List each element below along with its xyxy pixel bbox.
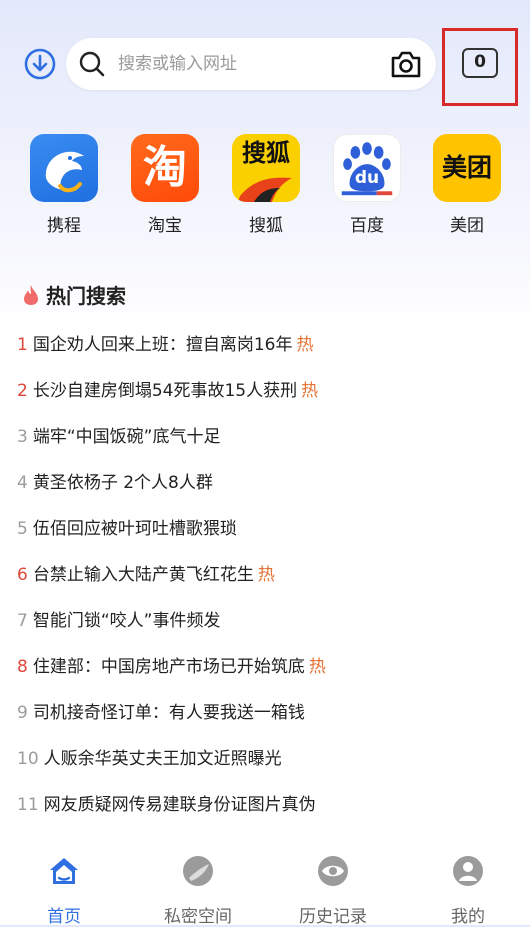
taobao-icon: 淘 (131, 134, 199, 202)
baidu-paw-icon: du (333, 134, 401, 202)
hot-item[interactable]: 10 人贩余华英丈夫王加文近照曝光 (17, 739, 282, 779)
app-sohu[interactable]: 搜狐 搜狐 (221, 134, 311, 236)
rank-number: 2 (17, 381, 28, 401)
rank-number: 11 (17, 795, 39, 815)
hot-item[interactable]: 6 台禁止输入大陆产黄飞红花生热 (17, 555, 275, 595)
app-label: 美团 (450, 216, 484, 236)
app-label: 搜狐 (249, 216, 283, 236)
hot-item[interactable]: 9 司机接奇怪订单：有人要我送一箱钱 (17, 693, 305, 733)
nav-history[interactable]: 历史记录 (278, 854, 388, 927)
hot-item-text: 人贩余华英丈夫王加文近照曝光 (43, 749, 282, 769)
home-icon (50, 858, 78, 884)
hot-item-text: 网友质疑网传易建联身份证图片真伪 (43, 795, 316, 815)
hot-item-text: 端牢“中国饭碗”底气十足 (32, 427, 221, 447)
nav-label: 首页 (47, 907, 81, 927)
rank-number: 5 (17, 519, 28, 539)
camera-icon[interactable] (390, 49, 422, 79)
rank-number: 9 (17, 703, 28, 723)
top-bar: 搜索或输入网址 0 (0, 0, 530, 125)
app-label: 淘宝 (148, 216, 182, 236)
app-baidu[interactable]: du 百度 (322, 134, 412, 236)
rank-number: 8 (17, 657, 28, 677)
hot-item[interactable]: 3 端牢“中国饭碗”底气十足 (17, 417, 220, 457)
rank-number: 1 (17, 335, 28, 355)
hot-item-text: 司机接奇怪订单：有人要我送一箱钱 (32, 703, 305, 723)
private-space-icon (183, 856, 213, 886)
hot-tag: 热 (296, 335, 314, 355)
quick-apps: 携程 淘 淘宝 搜狐 搜狐 du 百度 美团 美团 (0, 134, 530, 244)
app-meituan[interactable]: 美团 美团 (422, 134, 512, 236)
hot-item-text: 长沙自建房倒塌54死事故15人获刑 (32, 381, 298, 401)
hot-item[interactable]: 8 住建部：中国房地产市场已开始筑底热 (17, 647, 326, 687)
app-label: 携程 (47, 216, 81, 236)
hot-item-text: 伍佰回应被叶珂吐槽歌猥琐 (32, 519, 237, 539)
app-ctrip[interactable]: 携程 (19, 134, 109, 236)
nav-label: 私密空间 (164, 907, 232, 927)
rank-number: 3 (17, 427, 28, 447)
hot-item-text: 黄圣依杨子 2个人8人群 (32, 473, 213, 493)
hot-item[interactable]: 5 伍佰回应被叶珂吐槽歌猥琐 (17, 509, 237, 549)
hot-item-text: 台禁止输入大陆产黄飞红花生 (32, 565, 254, 585)
taobao-glyph: 淘 (143, 142, 187, 193)
hot-item[interactable]: 4 黄圣依杨子 2个人8人群 (17, 463, 213, 503)
nav-me[interactable]: 我的 (413, 854, 523, 927)
sohu-fox-icon: 搜狐 (232, 134, 300, 202)
hot-item[interactable]: 1 国企劝人回来上班：擅自离岗16年热 (17, 325, 313, 365)
hot-search-title: 热门搜索 (46, 284, 126, 308)
rank-number: 10 (17, 749, 39, 769)
rank-number: 6 (17, 565, 28, 585)
baidu-glyph: du (354, 168, 380, 188)
search-placeholder[interactable]: 搜索或输入网址 (118, 38, 237, 90)
tab-count-button[interactable]: 0 (462, 48, 498, 78)
download-icon[interactable] (23, 47, 57, 81)
meituan-glyph: 美团 (441, 153, 492, 182)
flame-icon (24, 285, 38, 305)
hot-item[interactable]: 2 长沙自建房倒塌54死事故15人获刑热 (17, 371, 318, 411)
hot-tag: 热 (301, 381, 319, 401)
hot-tag: 热 (257, 565, 275, 585)
history-eye-icon (318, 856, 348, 886)
meituan-icon: 美团 (433, 134, 501, 202)
hot-item-text: 国企劝人回来上班：擅自离岗16年 (32, 335, 293, 355)
search-bar[interactable]: 搜索或输入网址 (66, 38, 436, 90)
app-label: 百度 (350, 216, 384, 236)
search-icon (79, 51, 105, 77)
nav-home[interactable]: 首页 (9, 854, 119, 927)
hot-item[interactable]: 7 智能门锁“咬人”事件频发 (17, 601, 220, 641)
profile-icon (453, 856, 483, 886)
hot-item[interactable]: 11 网友质疑网传易建联身份证图片真伪 (17, 785, 316, 825)
ctrip-dolphin-icon (30, 134, 98, 202)
hot-tag: 热 (308, 657, 326, 677)
rank-number: 7 (17, 611, 28, 631)
rank-number: 4 (17, 473, 28, 493)
hot-item-text: 智能门锁“咬人”事件频发 (32, 611, 221, 631)
nav-private-space[interactable]: 私密空间 (143, 854, 253, 927)
bottom-nav: 首页 私密空间 历史记录 我的 (0, 840, 530, 927)
nav-label: 我的 (451, 907, 485, 927)
app-taobao[interactable]: 淘 淘宝 (120, 134, 210, 236)
hot-item-text: 住建部：中国房地产市场已开始筑底 (32, 657, 305, 677)
nav-label: 历史记录 (299, 907, 367, 927)
